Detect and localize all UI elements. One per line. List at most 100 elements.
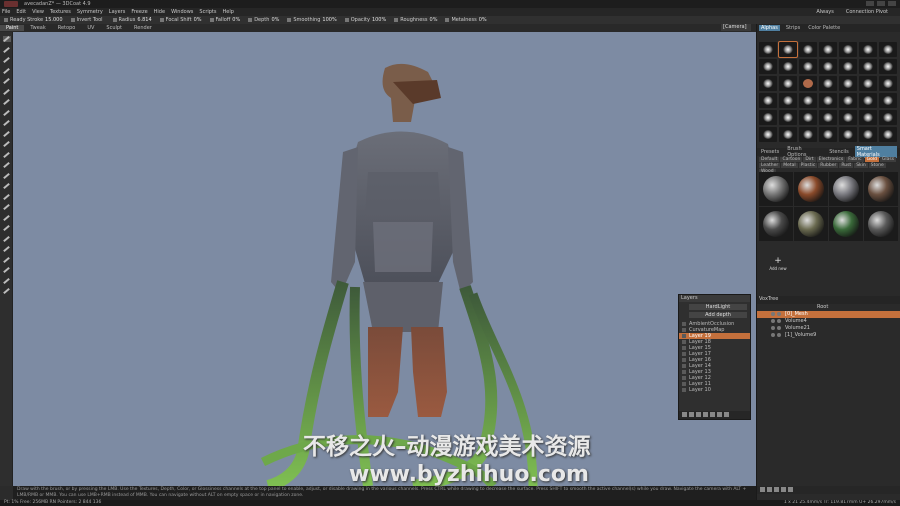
tab-strips[interactable]: Strips xyxy=(784,25,802,31)
add-material-button[interactable]: + Add new xyxy=(769,256,787,274)
alpha-thumbnail[interactable] xyxy=(759,110,777,125)
tool-option-value[interactable]: 0% xyxy=(232,17,240,23)
alpha-thumbnail[interactable] xyxy=(799,110,817,125)
tool-option[interactable]: Focal Shift 0% xyxy=(159,17,202,23)
material-tag[interactable]: Metal xyxy=(781,163,798,168)
smart-material-thumbnail[interactable] xyxy=(829,207,863,241)
alpha-thumbnail[interactable] xyxy=(859,127,877,142)
alpha-thumbnail[interactable] xyxy=(799,59,817,74)
fill-tool-icon[interactable] xyxy=(3,67,11,74)
alpha-thumbnail[interactable] xyxy=(879,59,897,74)
tab-uv[interactable]: UV xyxy=(81,25,100,31)
airbrush-tool-icon[interactable] xyxy=(3,46,11,53)
menu-item-windows[interactable]: Windows xyxy=(171,9,193,15)
menu-right-item[interactable]: Always xyxy=(816,9,834,15)
tool-option-value[interactable]: 15.000 xyxy=(45,17,63,23)
voxtree-item[interactable]: [1]_Volume9 xyxy=(757,332,900,339)
merge-layer-icon[interactable] xyxy=(696,412,701,417)
alpha-thumbnail[interactable] xyxy=(819,59,837,74)
pencil-tool-icon[interactable] xyxy=(3,56,11,64)
maximize-button[interactable] xyxy=(877,1,885,6)
menu-item-view[interactable]: View xyxy=(32,9,44,15)
material-tag[interactable]: Electronics xyxy=(816,157,846,162)
material-tag[interactable]: Rubber xyxy=(818,163,839,168)
alpha-thumbnail[interactable] xyxy=(839,110,857,125)
smart-material-thumbnail[interactable] xyxy=(759,207,793,241)
tab-tweak[interactable]: Tweak xyxy=(24,25,51,31)
alpha-thumbnail[interactable] xyxy=(779,93,797,108)
voxtree-item[interactable]: [0]_Mesh xyxy=(757,311,900,318)
alpha-thumbnail[interactable] xyxy=(839,76,857,91)
tab-presets[interactable]: Presets xyxy=(759,149,781,155)
brush-tool-icon[interactable] xyxy=(3,35,11,43)
tool-option-value[interactable]: 0% xyxy=(479,17,487,23)
tool-option-value[interactable]: 0% xyxy=(430,17,438,23)
alpha-thumbnail[interactable] xyxy=(879,110,897,125)
alpha-thumbnail[interactable] xyxy=(879,42,897,57)
depth-mode-select[interactable]: Add depth xyxy=(689,312,747,318)
picker-tool-icon[interactable] xyxy=(3,140,11,148)
material-tag[interactable]: Skin xyxy=(854,163,868,168)
tool-option[interactable]: Smoothing 100% xyxy=(287,17,337,23)
alpha-thumbnail[interactable] xyxy=(819,110,837,125)
material-tag[interactable]: Dirt xyxy=(803,157,816,162)
smart-material-thumbnail[interactable] xyxy=(794,172,828,206)
tool-option[interactable]: Ready Stroke 15.000 xyxy=(4,17,63,23)
alpha-thumbnail[interactable] xyxy=(839,127,857,142)
alpha-thumbnail[interactable] xyxy=(799,93,817,108)
tab-render[interactable]: Render xyxy=(128,25,158,31)
alpha-thumbnail[interactable] xyxy=(799,76,817,91)
mask-tool-icon[interactable] xyxy=(3,172,11,179)
material-tag[interactable]: Rust xyxy=(839,163,854,168)
voxtree-item[interactable]: Volume21 xyxy=(757,325,900,332)
material-tag[interactable]: Stone xyxy=(868,163,886,168)
clone-volume-icon[interactable] xyxy=(767,487,772,492)
new-volume-icon[interactable] xyxy=(760,487,765,492)
alpha-thumbnail[interactable] xyxy=(779,76,797,91)
layer-row[interactable]: Layer 10 xyxy=(679,387,750,393)
alpha-thumbnail[interactable] xyxy=(779,59,797,74)
smart-material-thumbnail[interactable] xyxy=(864,207,898,241)
tool-option-value[interactable]: 100% xyxy=(322,17,336,23)
freeze-tool-icon[interactable] xyxy=(3,161,11,169)
menu-item-help[interactable]: Help xyxy=(223,9,234,15)
gradient-tool-icon[interactable] xyxy=(3,256,11,263)
duplicate-layer-icon[interactable] xyxy=(689,412,694,417)
alpha-thumbnail[interactable] xyxy=(859,110,877,125)
new-layer-icon[interactable] xyxy=(682,412,687,417)
alpha-thumbnail[interactable] xyxy=(799,42,817,57)
menu-item-symmetry[interactable]: Symmetry xyxy=(77,9,103,15)
smart-material-thumbnail[interactable] xyxy=(759,172,793,206)
clone-tool-icon[interactable] xyxy=(3,109,11,116)
visibility-eye-icon[interactable] xyxy=(771,319,775,323)
tool-option[interactable]: Metalness 0% xyxy=(445,17,487,23)
measure-tool-icon[interactable] xyxy=(3,266,11,274)
blend-mode-select[interactable]: HardLight xyxy=(689,304,747,310)
menu-item-freeze[interactable]: Freeze xyxy=(131,9,147,15)
ghost-icon[interactable] xyxy=(777,312,781,316)
close-button[interactable] xyxy=(888,1,896,6)
smart-material-thumbnail[interactable] xyxy=(864,172,898,206)
tool-option[interactable]: Depth 0% xyxy=(248,17,279,23)
alpha-thumbnail[interactable] xyxy=(859,42,877,57)
tool-option[interactable]: Radius 6.814 xyxy=(112,17,152,23)
menu-item-textures[interactable]: Textures xyxy=(50,9,71,15)
path-tool-icon[interactable] xyxy=(3,224,11,232)
voxtree-root[interactable]: Root xyxy=(757,304,900,311)
minimize-button[interactable] xyxy=(866,1,874,6)
folder-icon[interactable] xyxy=(703,412,708,417)
lock-icon[interactable] xyxy=(717,412,722,417)
tool-option[interactable]: Opacity 100% xyxy=(344,17,386,23)
alpha-thumbnail[interactable] xyxy=(779,127,797,142)
alpha-thumbnail[interactable] xyxy=(759,59,777,74)
alpha-thumbnail[interactable] xyxy=(859,76,877,91)
visibility-eye-icon[interactable] xyxy=(771,312,775,316)
tool-option-value[interactable]: 100% xyxy=(372,17,386,23)
menu-item-hide[interactable]: Hide xyxy=(154,9,165,15)
lasso-tool-icon[interactable] xyxy=(3,235,11,242)
tool-option-value[interactable]: 6.814 xyxy=(137,17,151,23)
folder-volume-icon[interactable] xyxy=(781,487,786,492)
alpha-thumbnail[interactable] xyxy=(799,127,817,142)
tool-option-value[interactable]: 0% xyxy=(194,17,202,23)
tab-stencils[interactable]: Stencils xyxy=(827,149,851,155)
